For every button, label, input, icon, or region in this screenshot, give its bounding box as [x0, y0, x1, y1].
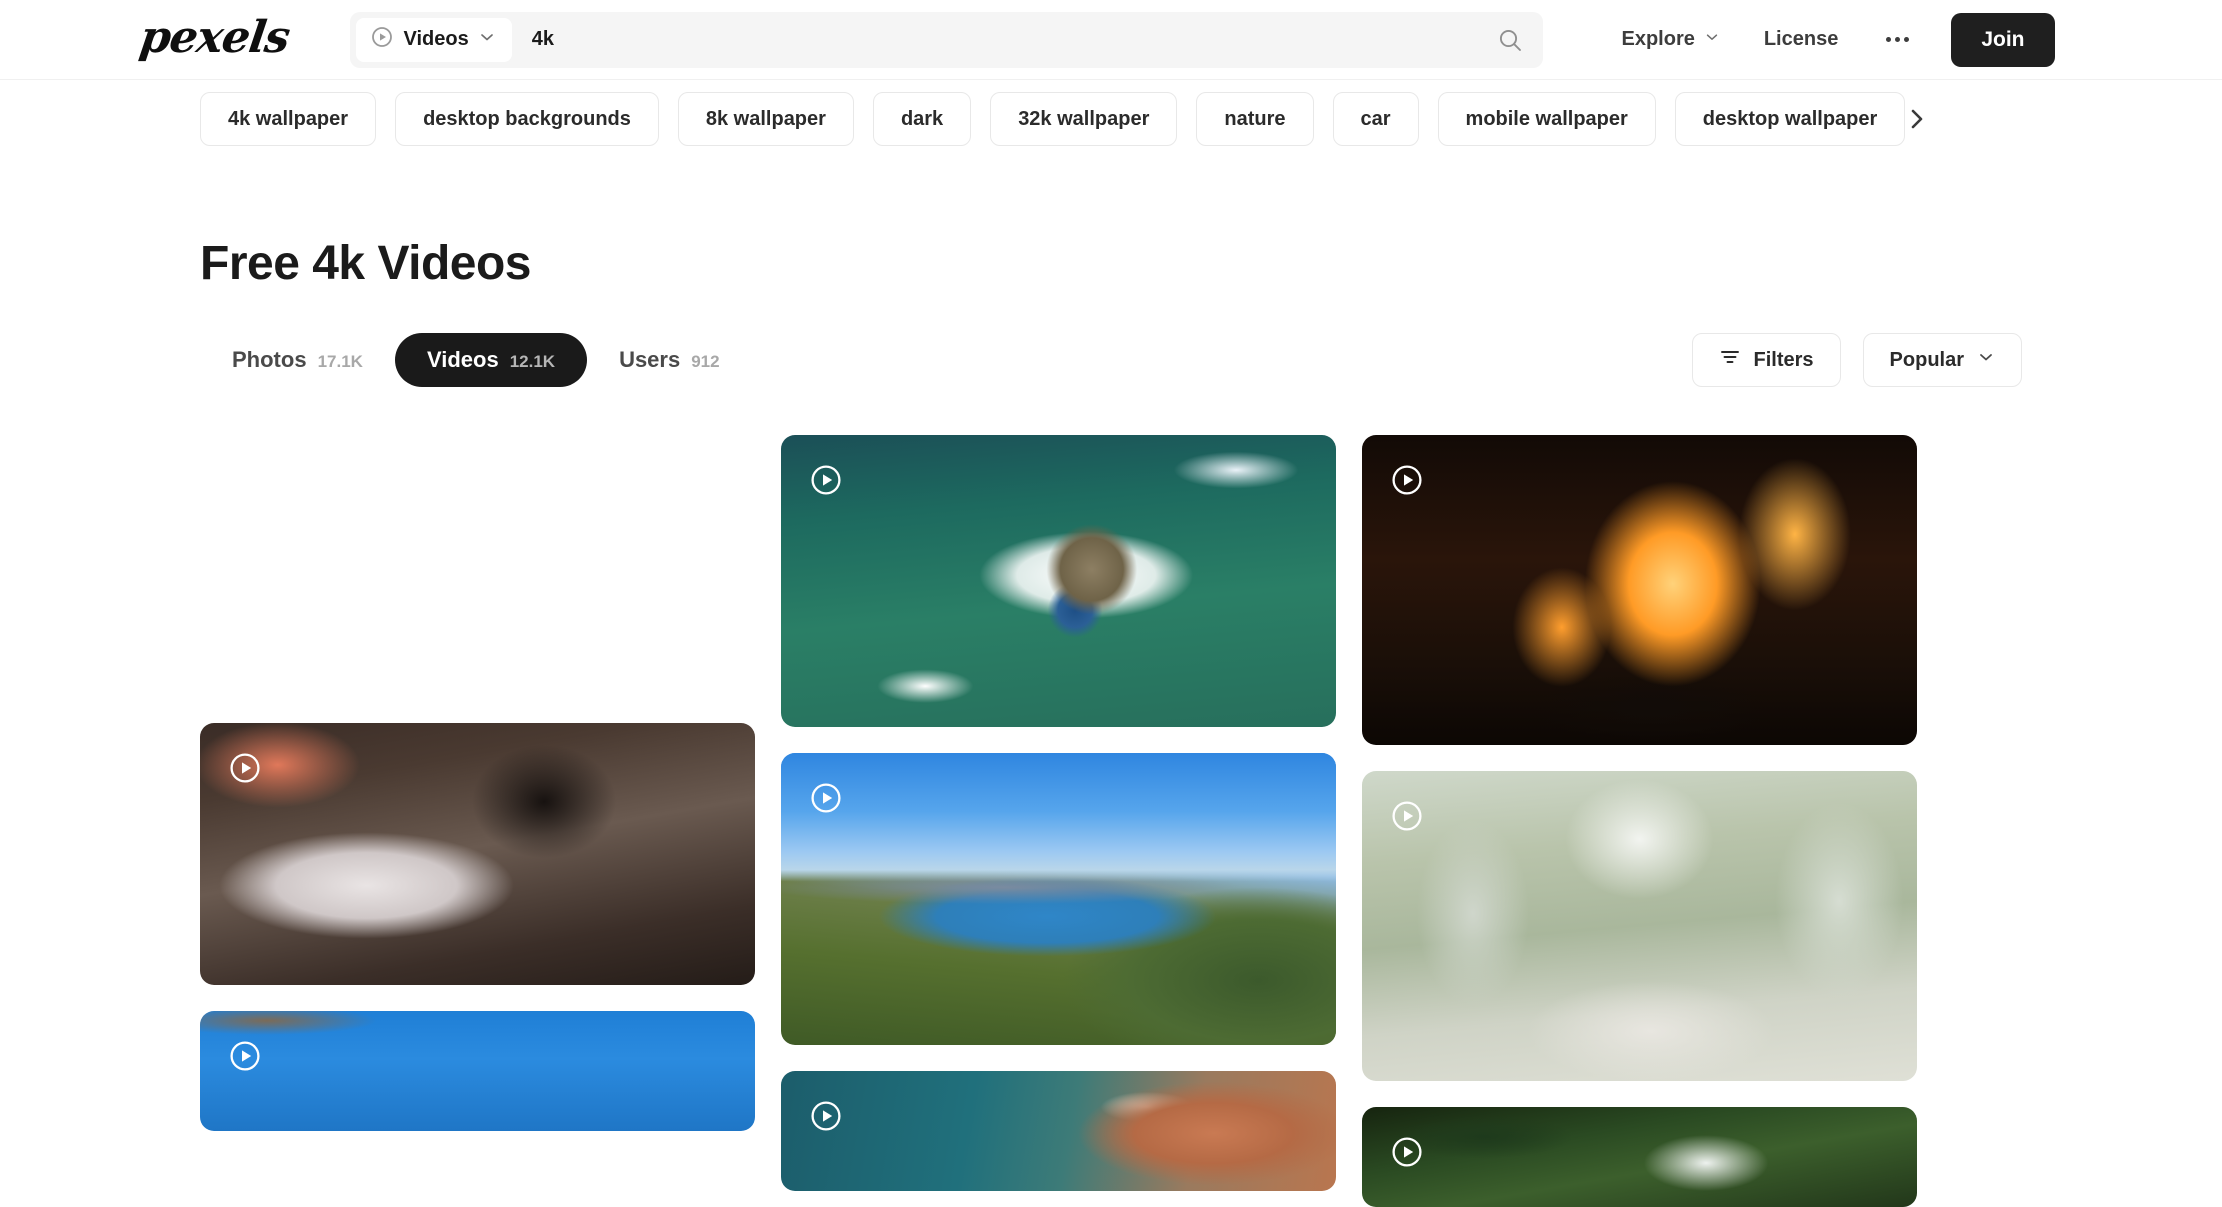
nav-license-label: License: [1763, 28, 1839, 50]
video-results-grid: [200, 435, 2022, 1207]
chip-mobile-wallpaper[interactable]: mobile wallpaper: [1437, 92, 1656, 146]
join-button[interactable]: Join: [1951, 12, 2055, 67]
video-thumbnail: [781, 753, 1336, 1045]
search-bar: Videos: [350, 11, 1544, 68]
nav-item-license[interactable]: License: [1742, 28, 1860, 51]
play-circle-icon[interactable]: [1390, 463, 1424, 497]
video-thumbnail: [1362, 771, 1917, 1081]
grid-column: [781, 435, 1336, 1207]
tab-label: Users: [619, 347, 681, 372]
video-thumbnail: [781, 1071, 1336, 1191]
chip-nature[interactable]: nature: [1196, 92, 1314, 146]
tab-photos[interactable]: Photos 17.1K: [200, 333, 395, 387]
search-type-label: Videos: [403, 28, 469, 50]
result-type-tabs: Photos 17.1K Videos 12.1K Users 912: [200, 333, 752, 387]
splash-pad-fountain-video[interactable]: [1362, 771, 1917, 1081]
fireplace-flames-video[interactable]: [1362, 435, 1917, 745]
filter-icon: [1719, 346, 1741, 374]
chip-8k-wallpaper[interactable]: 8k wallpaper: [677, 92, 854, 146]
tab-label: Photos: [232, 347, 307, 372]
search-icon[interactable]: [1487, 18, 1533, 62]
toolbar-controls: Filters Popular: [1691, 333, 2022, 387]
aerial-rock-in-green-water-video[interactable]: [781, 435, 1336, 727]
video-thumbnail: [200, 723, 755, 985]
tab-count: 12.1K: [509, 352, 556, 371]
play-circle-icon[interactable]: [1390, 1135, 1424, 1169]
page-title: Free 4k Videos: [200, 237, 531, 290]
coastal-town-aerial-video[interactable]: [781, 1071, 1336, 1191]
chevron-down-icon: [1704, 28, 1720, 51]
play-circle-icon[interactable]: [228, 1039, 262, 1073]
tab-count: 912: [691, 352, 720, 371]
filters-button[interactable]: Filters: [1691, 333, 1841, 387]
related-searches-bar: 4k wallpaper desktop backgrounds 8k wallpa…: [0, 80, 2222, 158]
chevron-down-icon: [478, 28, 496, 51]
grid-column: [200, 435, 755, 1207]
chip-desktop-backgrounds[interactable]: desktop backgrounds: [395, 92, 659, 146]
chip-dark[interactable]: dark: [872, 92, 972, 146]
chip-desktop-wallpaper[interactable]: desktop wallpaper: [1674, 92, 1906, 146]
nav-item-explore[interactable]: Explore: [1599, 28, 1741, 51]
chevron-down-icon: [1977, 348, 1995, 372]
tab-users[interactable]: Users 912: [587, 333, 752, 387]
chip-car[interactable]: car: [1332, 92, 1419, 146]
tab-videos[interactable]: Videos 12.1K: [394, 333, 588, 387]
search-input[interactable]: [511, 17, 1488, 62]
play-circle-icon[interactable]: [809, 781, 843, 815]
play-circle-icon[interactable]: [228, 463, 262, 497]
search-type-selector[interactable]: Videos: [356, 17, 512, 62]
video-thumbnail: [781, 435, 1336, 727]
video-thumbnail: [200, 1011, 755, 1131]
site-header: pexels Videos E: [0, 0, 2222, 80]
play-circle-icon[interactable]: [1390, 799, 1424, 833]
filters-label: Filters: [1753, 348, 1814, 371]
aerial-shoreline-waves-video[interactable]: [200, 435, 755, 697]
nav-explore-label: Explore: [1621, 28, 1695, 50]
chip-list: 4k wallpaper desktop backgrounds 8k wallpa…: [200, 92, 1906, 146]
play-circle-icon[interactable]: [228, 751, 262, 785]
play-circle-icon[interactable]: [809, 463, 843, 497]
chip-32k-wallpaper[interactable]: 32k wallpaper: [990, 92, 1178, 146]
ellipsis-icon[interactable]: [1860, 37, 1935, 42]
laptop-typing-desk-video[interactable]: [200, 723, 755, 985]
video-circle-icon: [370, 25, 394, 54]
grid-column: [1362, 435, 1917, 1207]
main-content: Free 4k Videos Photos 17.1K Videos 12.1K Use…: [0, 236, 2222, 1207]
sort-button[interactable]: Popular: [1862, 333, 2022, 387]
jungle-waterfall-video[interactable]: [1362, 1107, 1917, 1207]
results-toolbar: Photos 17.1K Videos 12.1K Users 912 Filters P…: [200, 333, 2022, 387]
pexels-logo[interactable]: pexels: [137, 12, 293, 63]
play-circle-icon[interactable]: [809, 1099, 843, 1133]
chip-4k-wallpaper[interactable]: 4k wallpaper: [200, 92, 377, 146]
chevron-right-icon[interactable]: [1902, 104, 1932, 134]
tab-count: 17.1K: [317, 352, 363, 371]
header-nav: Explore License Join: [1599, 12, 2055, 67]
tab-label: Videos: [426, 347, 499, 372]
sort-label: Popular: [1889, 348, 1964, 371]
lake-valley-aerial-video[interactable]: [781, 753, 1336, 1045]
video-thumbnail: [1362, 1107, 1917, 1207]
deep-blue-sea-video[interactable]: [200, 1011, 755, 1131]
video-thumbnail: [200, 435, 755, 697]
video-thumbnail: [1362, 435, 1917, 745]
